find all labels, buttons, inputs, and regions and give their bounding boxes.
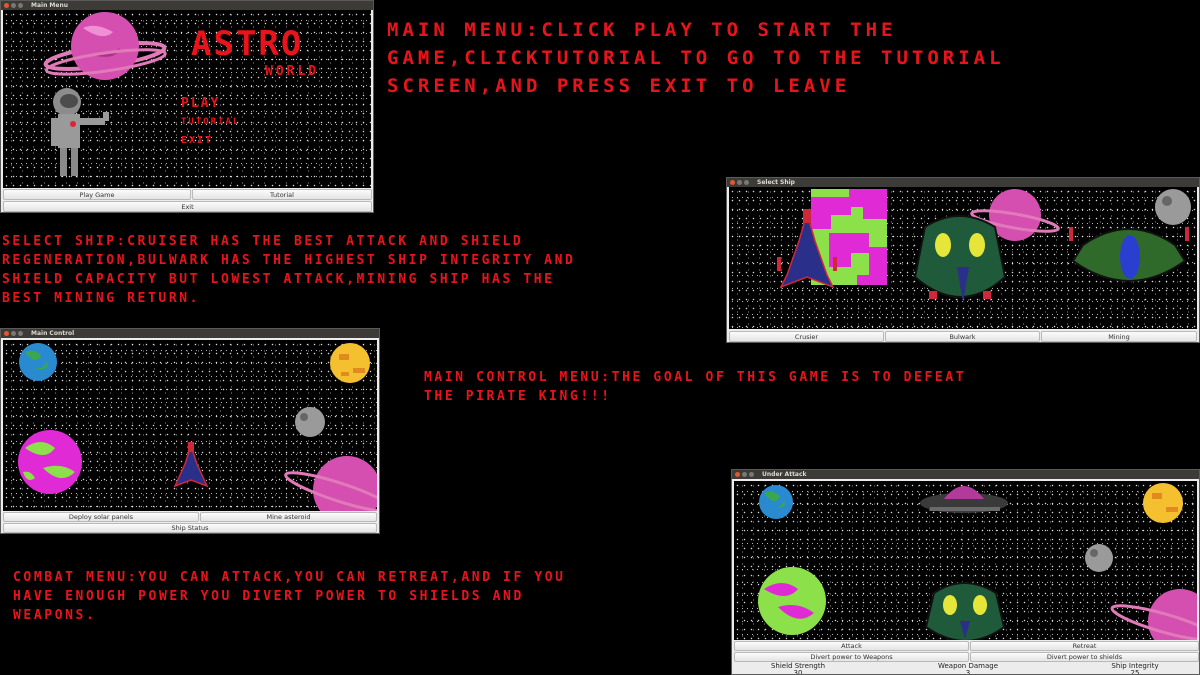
combat-caption: COMBAT MENU:YOU CAN ATTACK,YOU CAN RETRE… (13, 570, 566, 623)
minimize-icon[interactable] (737, 180, 742, 185)
main-control-caption: MAIN CONTROL MENU:THE GOAL OF THIS GAME … (424, 370, 967, 404)
menu-tutorial[interactable]: TUTORIAL (181, 117, 240, 127)
bulwark-ship-icon (924, 582, 1006, 640)
weapon-damage-value: 3 (965, 669, 971, 675)
main-menu-scene: ASTRO WORLD PLAY TUTORIAL EXIT (3, 10, 371, 188)
menu-play[interactable]: PLAY (181, 96, 220, 111)
main-control-titlebar: Main Control (1, 329, 379, 338)
under-attack-titlebar: Under Attack (732, 470, 1199, 479)
window-title: Select Ship (757, 179, 795, 186)
main-menu-caption: MAIN MENU:CLICK PLAY TO START THE GAME,C… (387, 19, 1005, 97)
select-ship-scene (729, 187, 1197, 329)
close-icon[interactable] (4, 331, 9, 336)
main-control-artwork (18, 343, 377, 511)
menu-exit[interactable]: EXIT (181, 135, 213, 146)
astronaut-icon (51, 88, 109, 176)
window-title: Main Control (31, 330, 75, 337)
earth-planet-icon (19, 343, 57, 381)
main-control-scene (3, 340, 377, 511)
close-icon[interactable] (730, 180, 735, 185)
divert-shields-button[interactable]: Divert power to shields (970, 652, 1199, 662)
select-ship-caption: SELECT SHIP:CRUISER HAS THE BEST ATTACK … (2, 234, 576, 306)
moon-station-icon (1155, 189, 1191, 225)
minimize-icon[interactable] (11, 3, 16, 8)
mining-ship-icon (1069, 227, 1189, 282)
close-icon[interactable] (735, 472, 740, 477)
under-attack-artwork (758, 483, 1197, 640)
under-attack-scene (734, 481, 1197, 640)
bulwark-ship-icon (913, 215, 1007, 303)
maximize-icon[interactable] (744, 180, 749, 185)
player-ship-icon (173, 442, 209, 488)
window-title: Main Menu (31, 2, 69, 9)
main-control-window: Main Control Deploy solar panels Mine as… (0, 328, 380, 534)
sun-planet-icon (330, 343, 370, 383)
moon-station-icon (295, 407, 325, 437)
close-icon[interactable] (4, 3, 9, 8)
game-title: ASTRO (191, 24, 304, 64)
mine-asteroid-button[interactable]: Mine asteroid (200, 512, 377, 522)
retreat-button[interactable]: Retreat (970, 641, 1199, 651)
camo-planet-icon (18, 430, 82, 494)
bulwark-button[interactable]: Bulwark (885, 331, 1040, 342)
ringed-planet-icon (43, 12, 167, 80)
main-menu-titlebar: Main Menu (1, 1, 373, 10)
select-ship-titlebar: Select Ship (727, 178, 1199, 187)
select-ship-artwork (777, 189, 1191, 303)
game-subtitle: WORLD (265, 64, 320, 79)
maximize-icon[interactable] (18, 331, 23, 336)
sun-planet-icon (1143, 483, 1183, 523)
pirate-ufo-icon (920, 486, 1008, 513)
attack-button[interactable]: Attack (734, 641, 969, 651)
minimize-icon[interactable] (742, 472, 747, 477)
under-attack-window: Under Attack Attack Retreat Divert power… (731, 469, 1200, 675)
shield-strength-value: 30 (793, 669, 803, 675)
ship-integrity-value: 25 (1130, 669, 1140, 675)
deploy-solar-panels-button[interactable]: Deploy solar panels (3, 512, 199, 522)
play-game-button[interactable]: Play Game (3, 189, 191, 200)
window-title: Under Attack (762, 471, 807, 478)
select-ship-window: Select Ship Crusier Bulwark Mining (726, 177, 1200, 343)
maximize-icon[interactable] (18, 3, 23, 8)
earth-planet-icon (759, 485, 793, 519)
moon-station-icon (1085, 544, 1113, 572)
maximize-icon[interactable] (749, 472, 754, 477)
exit-button[interactable]: Exit (3, 201, 372, 212)
ringed-planet-icon (1110, 589, 1197, 640)
camo-planet-icon (758, 567, 826, 635)
tutorial-button[interactable]: Tutorial (192, 189, 372, 200)
ringed-planet-icon (284, 456, 377, 511)
ship-status-button[interactable]: Ship Status (3, 523, 377, 533)
divert-weapons-button[interactable]: Divert power to Weapons (734, 652, 969, 662)
cruiser-button[interactable]: Crusier (729, 331, 884, 342)
main-menu-window: Main Menu ASTRO WORLD PLAY TUTORIAL EXIT… (0, 0, 374, 213)
mining-button[interactable]: Mining (1041, 331, 1197, 342)
minimize-icon[interactable] (11, 331, 16, 336)
